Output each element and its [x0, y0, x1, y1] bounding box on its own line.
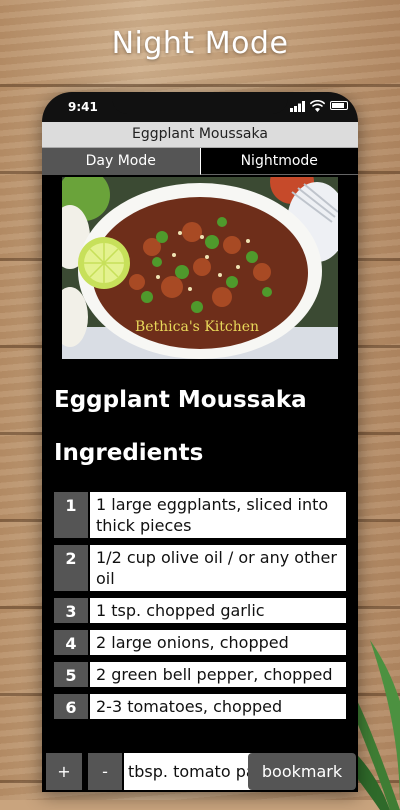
ingredient-number: 2 — [54, 545, 88, 591]
ingredient-number: 3 — [54, 598, 88, 623]
ingredient-number: 1 — [54, 492, 88, 538]
ingredient-text: 1/2 cup olive oil / or any other oil — [90, 545, 346, 591]
ingredient-item: 3 1 tsp. chopped garlic — [54, 598, 346, 623]
ingredient-item: 5 2 green bell pepper, chopped — [54, 662, 346, 687]
ingredient-text: 2 large onions, chopped — [90, 630, 346, 655]
ingredient-item: 2 1/2 cup olive oil / or any other oil — [54, 545, 346, 591]
status-time: 9:41 — [68, 100, 98, 114]
banner-title: Night Mode — [111, 26, 289, 61]
app-title: Eggplant Moussaka — [42, 122, 358, 148]
ingredient-list: 1 1 large eggplants, sliced into thick p… — [54, 492, 346, 719]
phone-frame: 9:41 Eggplant Moussaka Day Mode Nightmod… — [42, 92, 358, 792]
ingredient-item: 4 2 large onions, chopped — [54, 630, 346, 655]
increase-font-button[interactable]: + — [46, 753, 82, 790]
ingredients-heading: Ingredients — [54, 440, 204, 466]
mode-switcher: Day Mode Nightmode — [42, 148, 358, 175]
photo-watermark: Bethica's Kitchen — [135, 319, 259, 335]
bookmark-button[interactable]: bookmark — [248, 753, 356, 790]
recipe-photo: Bethica's Kitchen — [62, 177, 338, 359]
ingredient-item: 1 1 large eggplants, sliced into thick p… — [54, 492, 346, 538]
ingredient-text: 2-3 tomatoes, chopped — [90, 694, 346, 719]
battery-icon — [330, 101, 348, 110]
wifi-icon — [310, 100, 325, 112]
dish-illustration: Bethica's Kitchen — [62, 177, 338, 359]
day-mode-button[interactable]: Day Mode — [42, 148, 200, 175]
bottom-toolbar: + - tbsp. tomato pa bookmark — [42, 749, 358, 792]
ingredient-number: 6 — [54, 694, 88, 719]
signal-icon — [290, 101, 305, 112]
app-screen: Eggplant Moussaka Day Mode Nightmode Bet… — [42, 122, 358, 792]
phone-notch — [112, 92, 288, 114]
ingredient-number: 5 — [54, 662, 88, 687]
ingredient-text: 1 large eggplants, sliced into thick pie… — [90, 492, 346, 538]
ingredient-text: 2 green bell pepper, chopped — [90, 662, 346, 687]
decrease-font-button[interactable]: - — [88, 753, 122, 790]
recipe-title: Eggplant Moussaka — [54, 387, 307, 413]
ingredient-number: 4 — [54, 630, 88, 655]
nightmode-button[interactable]: Nightmode — [199, 148, 358, 175]
status-bar: 9:41 — [42, 92, 358, 122]
ingredient-item: 6 2-3 tomatoes, chopped — [54, 694, 346, 719]
overlapped-ingredient-text: tbsp. tomato pa — [124, 753, 252, 790]
ingredient-text: 1 tsp. chopped garlic — [90, 598, 346, 623]
